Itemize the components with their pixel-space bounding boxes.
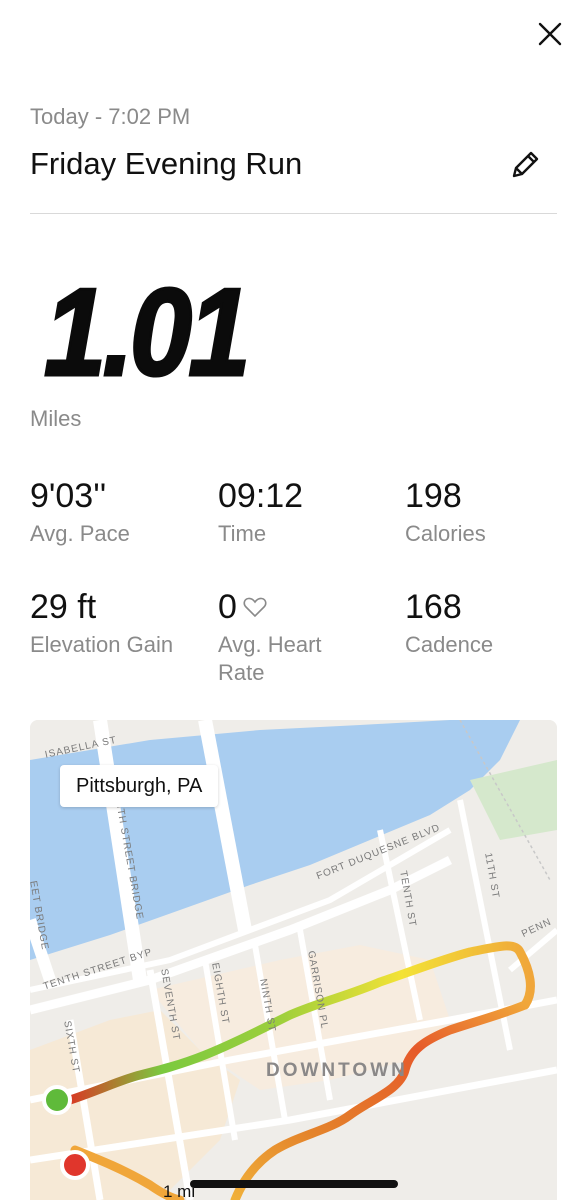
stat-label: Avg. Heart Rate [218,632,322,685]
stat-time: 09:12 Time [218,476,398,548]
stat-value: 9'03'' [30,477,107,515]
end-marker [60,1150,90,1180]
distance-value: 1.01 [43,263,252,404]
distance-unit: Miles [30,406,82,431]
stat-value: 29 ft [30,588,97,626]
pencil-icon [512,151,539,178]
edit-button[interactable] [500,140,550,190]
location-label: Pittsburgh, PA [60,765,219,807]
area-label: DOWNTOWN [266,1060,408,1081]
route-map[interactable]: ISABELLA ST FORT DUQUESNE BLVD TENTH ST … [30,720,557,1200]
close-button[interactable] [532,16,568,52]
stat-value-row: 0 [218,587,368,627]
heart-outline-icon [243,597,267,618]
start-marker [42,1085,72,1115]
stat-cadence: 168 Cadence [405,587,580,659]
stat-label: Cadence [405,632,494,657]
stat-value: 09:12 [218,477,304,515]
home-indicator[interactable] [190,1180,398,1188]
stat-elevation-gain: 29 ft Elevation Gain [30,587,180,659]
stat-avg-pace: 9'03'' Avg. Pace [30,476,210,548]
stat-value: 0 [218,588,237,626]
stat-label: Elevation Gain [30,632,174,657]
close-icon [538,22,562,46]
stat-label: Calories [405,521,486,546]
stat-label: Avg. Pace [30,521,130,546]
stat-value: 168 [405,588,462,626]
activity-title: Friday Evening Run [30,146,303,181]
header-divider [30,213,557,214]
stat-value: 198 [405,477,462,515]
stat-calories: 198 Calories [405,476,580,548]
activity-datetime: Today - 7:02 PM [30,104,191,129]
stat-avg-heart-rate: 0 Avg. Heart Rate [218,587,368,687]
stat-label: Time [218,521,267,546]
